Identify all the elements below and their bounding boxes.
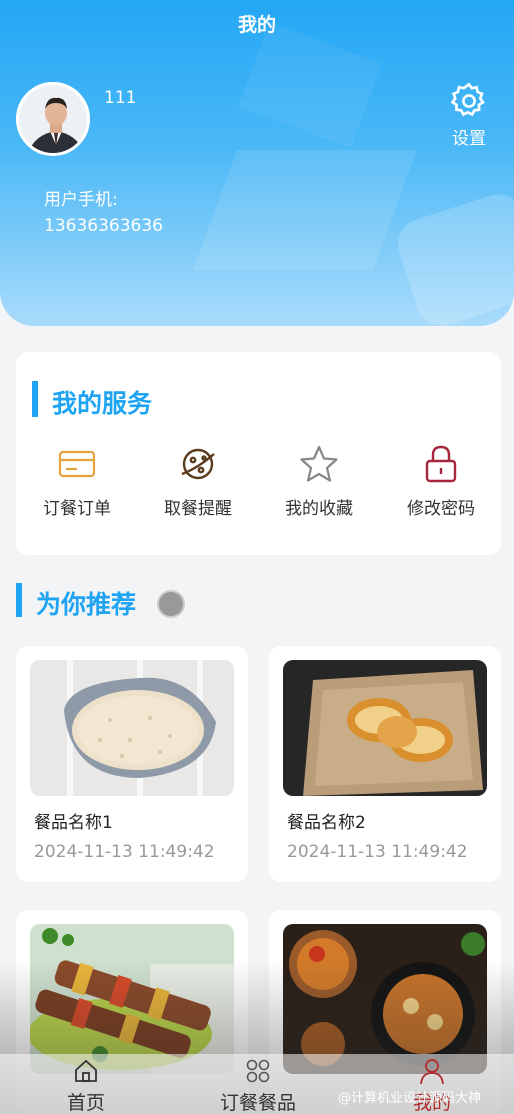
food-time: 2024-11-13 11:49:42: [34, 842, 215, 862]
tab-label: 订餐餐品: [219, 1092, 296, 1114]
recommend-title: 为你推荐: [36, 590, 137, 619]
phone-label: 用户手机:: [44, 190, 118, 210]
grid-icon: [246, 1059, 270, 1083]
user-icon: [420, 1059, 444, 1084]
section-accent-bar: [16, 583, 22, 617]
page-title: 我的: [237, 14, 276, 36]
tab-order-food[interactable]: 订餐餐品: [193, 1058, 323, 1114]
service-pickup-reminder[interactable]: 取餐提醒: [137, 444, 259, 519]
settings-button[interactable]: 设置: [440, 80, 498, 149]
food-image: [283, 924, 487, 1074]
decor-shape: [193, 150, 417, 270]
gear-icon: [450, 82, 485, 117]
food-image: [283, 660, 487, 796]
food-card[interactable]: 餐品名称1 2024-11-13 11:49:42: [16, 646, 248, 882]
decor-shape: [238, 22, 382, 148]
refresh-indicator[interactable]: [157, 590, 185, 618]
username: 111: [104, 88, 137, 108]
avatar[interactable]: [16, 82, 90, 156]
home-icon: [75, 1059, 97, 1082]
star-icon: [300, 445, 338, 482]
services-title: 我的服务: [52, 389, 153, 418]
card-icon: [58, 450, 96, 478]
section-accent-bar: [32, 381, 38, 417]
profile-header: [0, 0, 514, 326]
tab-label: 首页: [66, 1092, 105, 1114]
service-label: 修改密码: [407, 499, 475, 519]
settings-label: 设置: [452, 129, 486, 149]
food-name: 餐品名称1: [34, 813, 113, 833]
food-image: [30, 660, 234, 796]
service-label: 我的收藏: [285, 499, 353, 519]
food-time: 2024-11-13 11:49:42: [287, 842, 468, 862]
tab-home[interactable]: 首页: [21, 1058, 151, 1114]
decor-shape: [391, 187, 514, 326]
service-orders[interactable]: 订餐订单: [16, 444, 138, 519]
food-card[interactable]: 餐品名称2 2024-11-13 11:49:42: [269, 646, 501, 882]
food-image: [30, 924, 234, 1074]
service-change-password[interactable]: 修改密码: [380, 444, 502, 519]
service-label: 订餐订单: [43, 499, 111, 519]
planet-icon: [181, 448, 215, 480]
food-name: 餐品名称2: [287, 813, 366, 833]
phone-number: 13636363636: [44, 216, 163, 236]
lock-icon: [425, 445, 457, 483]
service-label: 取餐提醒: [164, 499, 232, 519]
watermark-text: @计算机业设计源码大神: [338, 1091, 482, 1106]
service-favorites[interactable]: 我的收藏: [258, 444, 380, 519]
